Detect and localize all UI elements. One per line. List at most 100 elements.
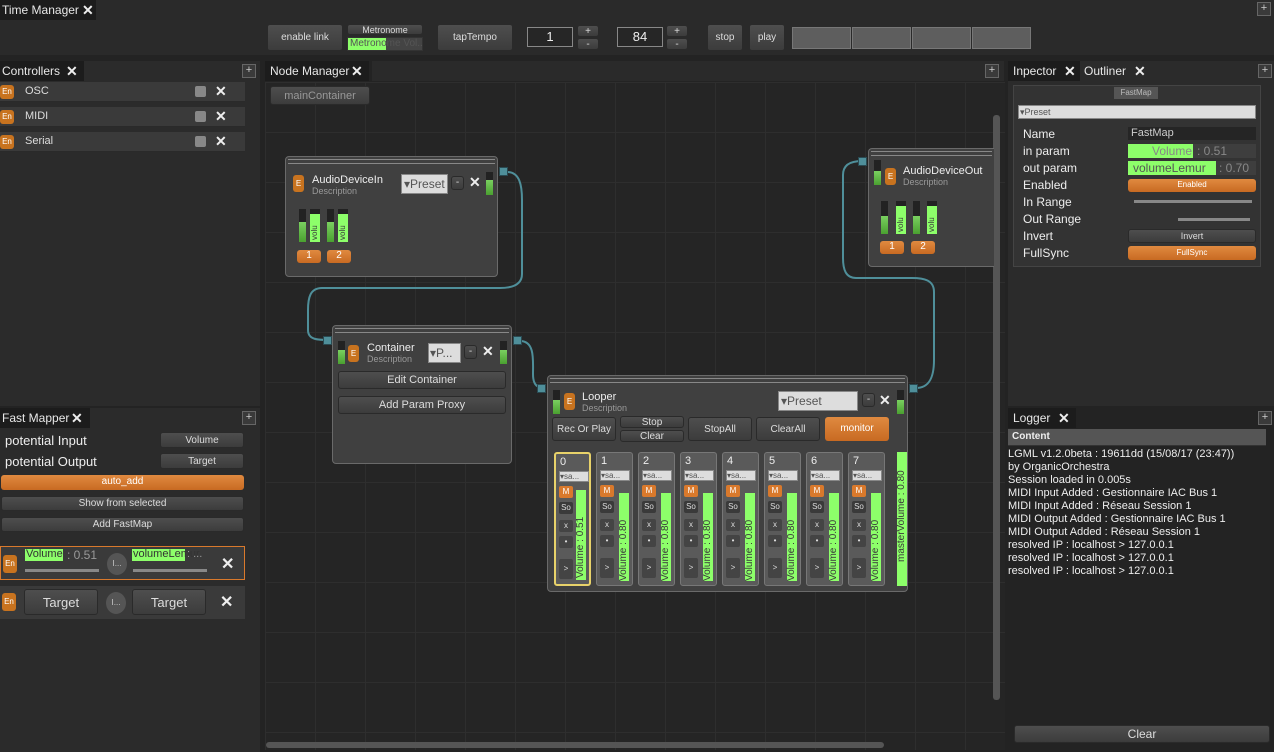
record-button[interactable]: • xyxy=(684,535,698,547)
edit-container-button[interactable]: Edit Container xyxy=(338,371,506,389)
solo-button[interactable]: So xyxy=(600,501,614,513)
preset-remove-button[interactable]: - xyxy=(862,393,875,407)
clear-button[interactable]: x xyxy=(642,519,656,531)
mute-button[interactable]: M xyxy=(810,485,824,497)
looper-track[interactable]: 7 ▾sa... M So x • > Volume : 0.80 xyxy=(848,452,885,586)
fullsync-toggle[interactable]: FullSync xyxy=(1128,246,1256,260)
looper-track[interactable]: 3 ▾sa... M So x • > Volume : 0.80 xyxy=(680,452,717,586)
monitor-toggle[interactable]: monitor xyxy=(825,417,889,441)
preset-select[interactable]: ▾P... xyxy=(428,343,461,363)
tab-outliner[interactable]: Outliner ✕ xyxy=(1080,61,1150,81)
sample-select[interactable]: ▾sa... xyxy=(642,470,672,481)
output-port[interactable] xyxy=(909,384,918,393)
out-param-slider[interactable]: volumeLemur : 0.70 xyxy=(1128,161,1256,175)
enable-badge[interactable]: E xyxy=(885,168,896,185)
mute-button[interactable]: M xyxy=(684,485,698,497)
record-button[interactable]: • xyxy=(852,535,866,547)
mute-button[interactable]: M xyxy=(852,485,866,497)
clear-button[interactable]: x xyxy=(684,519,698,531)
solo-button[interactable]: So xyxy=(852,501,866,513)
mute-button[interactable]: M xyxy=(768,485,782,497)
play-track-button[interactable]: > xyxy=(642,558,656,578)
clear-track-button[interactable]: Clear xyxy=(620,430,684,442)
mute-button[interactable]: M xyxy=(559,486,573,498)
input-port[interactable] xyxy=(537,384,546,393)
mute-button[interactable]: M xyxy=(642,485,656,497)
clear-button[interactable]: x xyxy=(559,520,573,532)
output-port[interactable] xyxy=(499,167,508,176)
add-panel-button[interactable]: + xyxy=(1258,64,1272,78)
preset-remove-button[interactable]: - xyxy=(451,176,464,190)
sample-select[interactable]: ▾sa... xyxy=(810,470,840,481)
enable-badge[interactable]: E xyxy=(564,393,575,410)
close-node-icon[interactable]: ✕ xyxy=(879,392,891,409)
sample-select[interactable]: ▾sa... xyxy=(852,470,882,481)
looper-track[interactable]: 2 ▾sa... M So x • > Volume : 0.80 xyxy=(638,452,675,586)
node-grip[interactable] xyxy=(550,378,905,383)
in-param-slider[interactable]: Volume : 0.51 xyxy=(1128,144,1256,158)
solo-button[interactable]: So xyxy=(768,501,782,513)
enabled-toggle[interactable]: Enabled xyxy=(1128,179,1256,192)
clear-button[interactable]: x xyxy=(768,519,782,531)
node-looper[interactable]: E Looper Description ▾Preset - ✕ Rec Or … xyxy=(547,375,908,592)
track-volume-slider[interactable]: Volume : 0.80 xyxy=(786,493,797,581)
track-volume-slider[interactable]: Volume : 0.80 xyxy=(870,493,881,581)
looper-track[interactable]: 6 ▾sa... M So x • > Volume : 0.80 xyxy=(806,452,843,586)
mute-button[interactable]: M xyxy=(726,485,740,497)
close-node-icon[interactable]: ✕ xyxy=(482,343,494,360)
clear-button[interactable]: x xyxy=(600,519,614,531)
node-grip[interactable] xyxy=(335,328,509,333)
mute-button[interactable]: M xyxy=(600,485,614,497)
sample-select[interactable]: ▾sa... xyxy=(559,471,589,482)
play-track-button[interactable]: > xyxy=(768,558,782,578)
solo-button[interactable]: So xyxy=(684,501,698,513)
add-panel-button[interactable]: + xyxy=(1258,411,1272,425)
record-button[interactable]: • xyxy=(600,535,614,547)
preset-select[interactable]: ▾Preset xyxy=(778,391,858,411)
close-icon[interactable]: ✕ xyxy=(1134,61,1146,81)
play-track-button[interactable]: > xyxy=(810,558,824,578)
sample-select[interactable]: ▾sa... xyxy=(684,470,714,481)
enable-badge[interactable]: E xyxy=(293,175,304,192)
play-track-button[interactable]: > xyxy=(852,558,866,578)
clear-button[interactable]: x xyxy=(810,519,824,531)
track-volume-slider[interactable]: Volume : 0.80 xyxy=(618,493,629,581)
preset-select[interactable]: ▾Preset xyxy=(401,174,448,194)
channel-1-toggle[interactable]: 1 xyxy=(880,241,904,254)
out-range-slider[interactable] xyxy=(1178,218,1250,221)
node-audio-device-in[interactable]: E AudioDeviceIn Description ▾Preset - ✕ … xyxy=(285,156,498,277)
enable-badge[interactable]: E xyxy=(348,345,359,362)
close-node-icon[interactable]: ✕ xyxy=(469,174,481,191)
play-track-button[interactable]: > xyxy=(600,558,614,578)
sample-select[interactable]: ▾sa... xyxy=(600,470,630,481)
play-track-button[interactable]: > xyxy=(559,559,573,579)
solo-button[interactable]: So xyxy=(559,502,573,514)
tab-logger[interactable]: Logger ✕ xyxy=(1008,408,1076,428)
looper-track[interactable]: 1 ▾sa... M So x • > Volume : 0.80 xyxy=(596,452,633,586)
close-icon[interactable]: ✕ xyxy=(1064,61,1076,81)
volume-slider[interactable]: volu xyxy=(927,201,937,234)
preset-remove-button[interactable]: - xyxy=(464,345,477,359)
track-volume-slider[interactable]: Volume : 0.80 xyxy=(828,493,839,581)
looper-track[interactable]: 4 ▾sa... M So x • > Volume : 0.80 xyxy=(722,452,759,586)
input-port[interactable] xyxy=(858,157,867,166)
close-icon[interactable]: ✕ xyxy=(1058,408,1070,428)
play-track-button[interactable]: > xyxy=(684,558,698,578)
clear-button[interactable]: x xyxy=(726,519,740,531)
channel-1-toggle[interactable]: 1 xyxy=(297,250,321,263)
volume-slider[interactable]: volu xyxy=(896,201,906,234)
stop-all-button[interactable]: StopAll xyxy=(688,417,752,441)
tab-inspector[interactable]: Inpector ✕ xyxy=(1008,61,1080,81)
solo-button[interactable]: So xyxy=(642,501,656,513)
track-volume-slider[interactable]: Volume : 0.51 xyxy=(575,490,586,580)
record-button[interactable]: • xyxy=(768,535,782,547)
stop-track-button[interactable]: Stop xyxy=(620,416,684,428)
volume-slider[interactable]: volu xyxy=(338,209,348,242)
record-button[interactable]: • xyxy=(559,536,573,548)
clear-button[interactable]: x xyxy=(852,519,866,531)
record-button[interactable]: • xyxy=(642,535,656,547)
sample-select[interactable]: ▾sa... xyxy=(726,470,756,481)
play-track-button[interactable]: > xyxy=(726,558,740,578)
sample-select[interactable]: ▾sa... xyxy=(768,470,798,481)
preset-dropdown[interactable]: ▾Preset xyxy=(1018,105,1256,119)
